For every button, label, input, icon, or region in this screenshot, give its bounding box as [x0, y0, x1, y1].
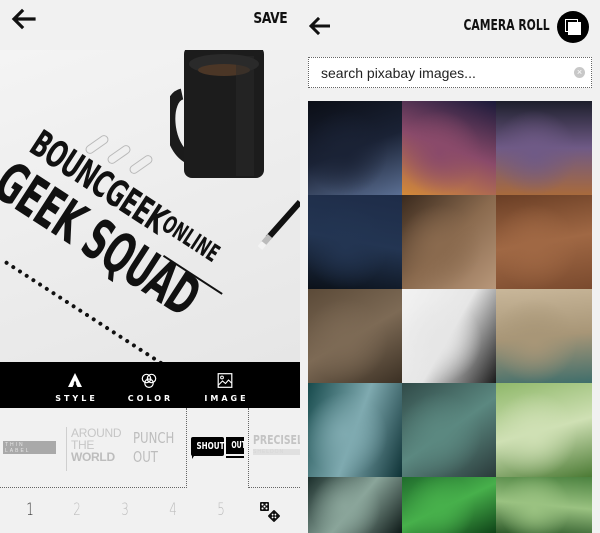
font-option-text: OUT	[133, 448, 158, 466]
page-5-button[interactable]: 5	[214, 500, 228, 520]
image-thumbnail[interactable]	[402, 383, 496, 477]
out-box: OUT!	[226, 437, 244, 456]
image-icon	[217, 373, 233, 388]
font-option-punch-out[interactable]: PUNCH OUT	[133, 429, 175, 467]
color-circles-icon	[141, 373, 157, 388]
clear-search-icon[interactable]: ×	[574, 67, 585, 78]
tab-image-label: IMAGE	[204, 394, 249, 403]
image-thumbnail[interactable]	[308, 289, 402, 383]
font-option-text: LABEL	[5, 448, 31, 454]
font-style-carousel[interactable]: THIN LABEL AROUND THE WORLD PUNCH OUT SH…	[0, 408, 303, 488]
app-screen: SAVE BOUNCGEEK ONLINE GEEK SQUAD STYLE C…	[0, 0, 600, 533]
page-2-button[interactable]: 2	[70, 500, 84, 520]
font-option-text: SHOUT	[196, 441, 225, 452]
page-1-button[interactable]: 1	[23, 500, 37, 520]
font-option-text: OUT!	[231, 440, 244, 451]
letter-a-icon	[68, 373, 82, 387]
tab-image[interactable]: IMAGE	[190, 362, 260, 408]
image-thumbnail[interactable]	[496, 101, 592, 195]
image-thumbnail[interactable]	[402, 195, 496, 289]
design-canvas[interactable]: BOUNCGEEK ONLINE GEEK SQUAD	[0, 50, 300, 362]
font-option-shout-out[interactable]: SHOUT OUT!	[191, 437, 245, 459]
font-option-thin-label[interactable]: THIN LABEL	[3, 441, 56, 454]
font-option-around-the-world[interactable]: AROUND THE WORLD	[66, 427, 122, 471]
search-input[interactable]	[309, 58, 569, 87]
font-option-text: WORLD	[71, 450, 115, 464]
image-thumbnail[interactable]	[496, 383, 592, 477]
save-button[interactable]: SAVE	[253, 9, 287, 27]
stacked-square-front	[568, 22, 581, 35]
image-thumbnail[interactable]	[496, 477, 592, 533]
image-thumbnail[interactable]	[496, 289, 592, 383]
page-3-button[interactable]: 3	[118, 500, 132, 520]
tab-style[interactable]: STYLE	[40, 362, 110, 408]
tab-color[interactable]: COLOR	[114, 362, 184, 408]
font-option-text: SHELDON	[253, 449, 300, 455]
image-thumbnail[interactable]	[308, 477, 402, 533]
tab-color-label: COLOR	[127, 394, 174, 403]
tab-style-label: STYLE	[55, 394, 98, 403]
editor-top-bar: SAVE	[0, 0, 300, 50]
image-thumbnail[interactable]	[402, 477, 496, 533]
page-4-button[interactable]: 4	[166, 500, 180, 520]
image-thumbnail[interactable]	[308, 383, 402, 477]
image-thumbnail[interactable]	[402, 289, 496, 383]
image-thumbnail[interactable]	[308, 101, 402, 195]
camera-roll-button[interactable]: CAMERA ROLL	[464, 16, 550, 34]
image-thumbnail[interactable]	[308, 195, 402, 289]
image-thumbnail[interactable]	[496, 195, 592, 289]
font-option-text: PRECISEL	[253, 433, 303, 447]
image-results-grid	[308, 101, 592, 533]
back-arrow-icon[interactable]	[308, 17, 330, 35]
style-page-selector: 1 2 3 4 5	[0, 488, 300, 533]
speech-bubble-tail	[192, 453, 196, 459]
image-picker-panel: CAMERA ROLL ×	[300, 0, 600, 533]
editor-tab-bar: STYLE COLOR IMAGE	[0, 362, 300, 408]
search-box: ×	[308, 57, 592, 88]
editor-panel: SAVE BOUNCGEEK ONLINE GEEK SQUAD STYLE C…	[0, 0, 303, 533]
image-thumbnail[interactable]	[402, 101, 496, 195]
back-arrow-icon[interactable]	[10, 8, 36, 30]
font-option-text: PUNCH	[133, 429, 175, 447]
headline-text-group[interactable]: BOUNCGEEK ONLINE GEEK SQUAD	[0, 50, 300, 362]
dice-icon[interactable]	[259, 501, 281, 523]
camera-roll-icon[interactable]	[557, 11, 589, 43]
